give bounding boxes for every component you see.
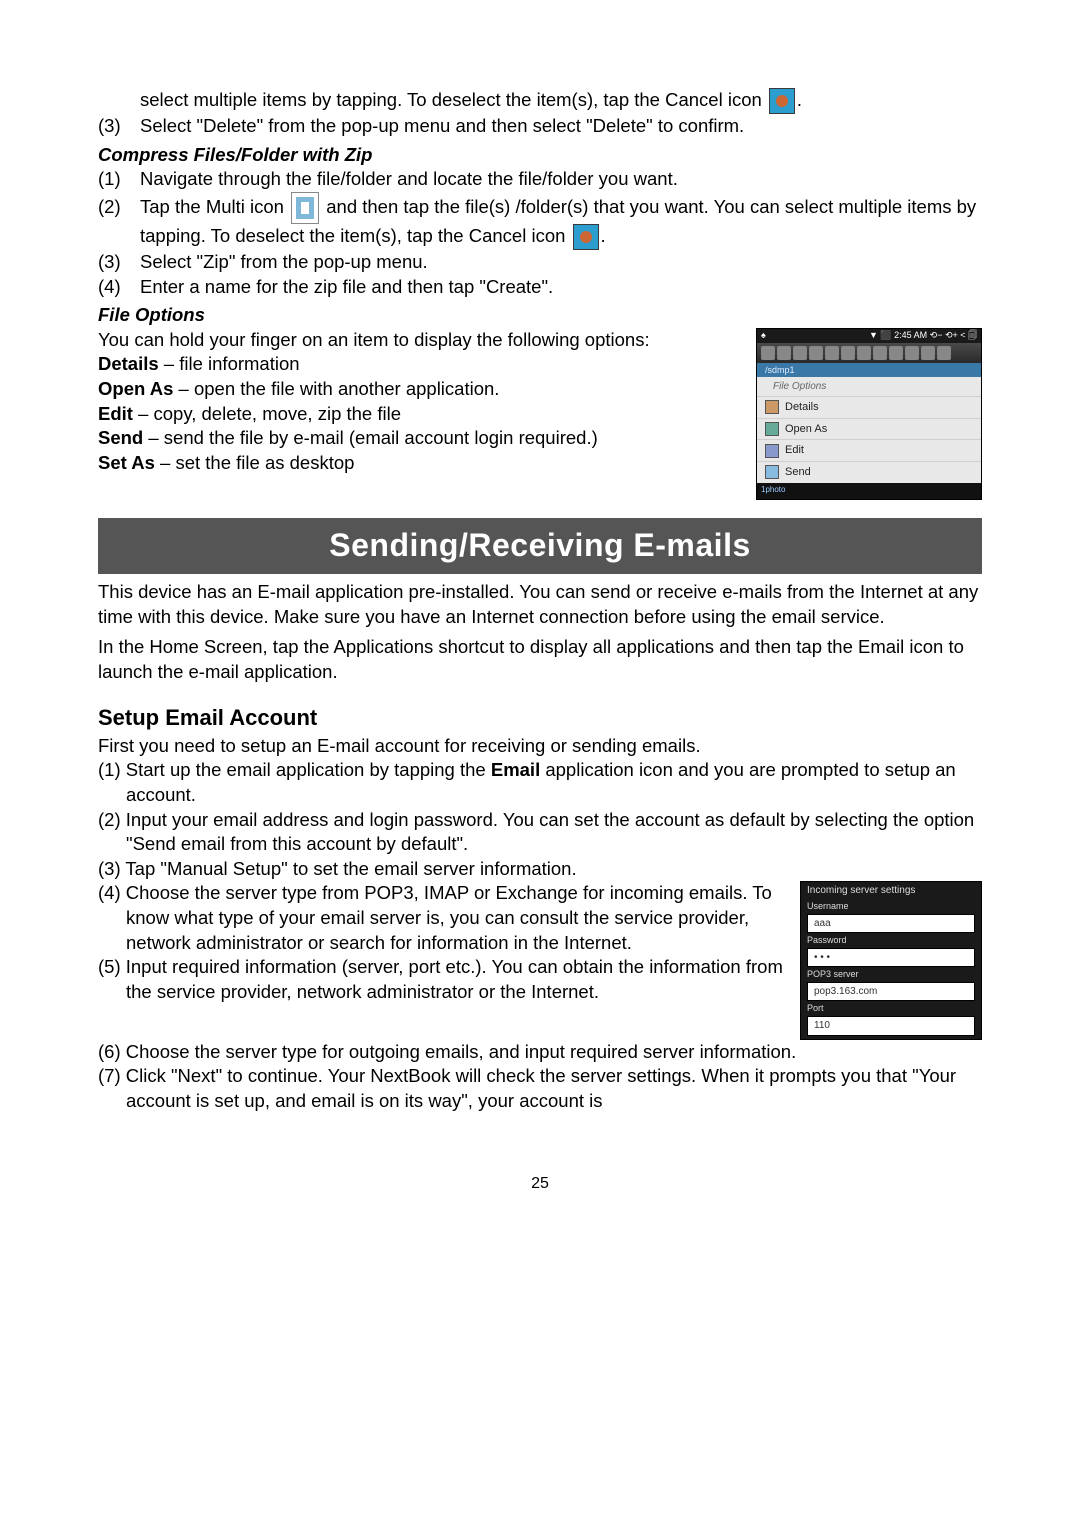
delete-step-3-text: Select "Delete" from the pop-up menu and… (140, 115, 744, 136)
server-fig-title: Incoming server settings (801, 882, 981, 899)
email-intro-2: In the Home Screen, tap the Applications… (98, 635, 982, 684)
setup-step-7: (7) Click "Next" to continue. Your NextB… (98, 1064, 982, 1113)
continued-text-a: select multiple items by tapping. To des… (140, 89, 762, 110)
server-fig-password-field: • • • (807, 948, 975, 967)
fig-footer-left: 1photo (761, 485, 785, 496)
compress-step-3-text: Select "Zip" from the pop-up menu. (140, 251, 428, 272)
details-icon (765, 400, 779, 414)
compress-step-2c: . (601, 225, 606, 246)
server-settings-screenshot: Incoming server settings Username aaa Pa… (800, 881, 982, 1039)
toolbar-icon (937, 346, 951, 360)
server-fig-port-label: Port (801, 1002, 981, 1015)
cancel-icon (573, 224, 599, 250)
details-label: Details (98, 353, 159, 374)
fig-toolbar (757, 343, 981, 363)
compress-heading: Compress Files/Folder with Zip (98, 143, 982, 168)
edit-icon (765, 444, 779, 458)
menu-item-label: Open As (785, 422, 827, 437)
menu-item-label: Edit (785, 443, 804, 458)
file-options-screenshot: ♠ ▼ ⬛ 2:45 AM ⟲− ⟲+ < 🗐 /sdmp1 File Opti… (756, 328, 982, 500)
compress-list: (1)Navigate through the file/folder and … (98, 167, 982, 299)
send-label: Send (98, 427, 143, 448)
server-fig-username-label: Username (801, 900, 981, 913)
email-intro-1: This device has an E-mail application pr… (98, 580, 982, 629)
toolbar-icon (889, 346, 903, 360)
page-number: 25 (98, 1173, 982, 1194)
toolbar-icon (809, 346, 823, 360)
server-fig-password-label: Password (801, 934, 981, 947)
status-bar: ♠ ▼ ⬛ 2:45 AM ⟲− ⟲+ < 🗐 (757, 329, 981, 343)
set-as-label: Set As (98, 452, 155, 473)
status-left: ♠ (761, 330, 766, 342)
open-as-label: Open As (98, 378, 173, 399)
toolbar-icon (793, 346, 807, 360)
list-number: (1) (98, 167, 140, 192)
fig-menu-edit: Edit (757, 439, 981, 461)
setup-list: (1) Start up the email application by ta… (98, 758, 982, 1113)
server-fig-port-field: 110 (807, 1016, 975, 1035)
edit-label: Edit (98, 403, 133, 424)
compress-step-2: (2)Tap the Multi icon and then tap the f… (98, 192, 982, 250)
details-desc: – file information (159, 353, 300, 374)
section-banner-email: Sending/Receiving E-mails (98, 518, 982, 575)
list-number: (3) (98, 114, 140, 139)
list-number: (2) (98, 195, 140, 220)
edit-desc: – copy, delete, move, zip the file (133, 403, 401, 424)
set-as-desc: – set the file as desktop (155, 452, 355, 473)
toolbar-icon (777, 346, 791, 360)
toolbar-icon (905, 346, 919, 360)
fig-menu-details: Details (757, 396, 981, 418)
setup-step-6: (6) Choose the server type for outgoing … (98, 1040, 982, 1065)
compress-step-4-text: Enter a name for the zip file and then t… (140, 276, 553, 297)
menu-item-label: Details (785, 400, 819, 415)
email-word: Email (491, 759, 540, 780)
send-desc: – send the file by e-mail (email account… (143, 427, 598, 448)
server-fig-pop3-field: pop3.163.com (807, 982, 975, 1001)
continued-list: select multiple items by tapping. To des… (98, 88, 982, 139)
compress-step-1: (1)Navigate through the file/folder and … (98, 167, 982, 192)
compress-step-4: (4)Enter a name for the zip file and the… (98, 275, 982, 300)
fig-menu-title: File Options (757, 377, 981, 396)
setup-intro: First you need to setup an E-mail accoun… (98, 734, 982, 759)
menu-item-label: Send (785, 465, 811, 480)
list-number: (3) (98, 250, 140, 275)
fig-path: /sdmp1 (757, 363, 981, 377)
fig-menu-send: Send (757, 461, 981, 483)
setup-step-1: (1) Start up the email application by ta… (98, 758, 982, 807)
fig-context-menu: File Options Details Open As Edit Send (757, 377, 981, 483)
setup-email-heading: Setup Email Account (98, 703, 982, 732)
toolbar-icon (841, 346, 855, 360)
open-as-icon (765, 422, 779, 436)
toolbar-icon (857, 346, 871, 360)
cancel-icon (769, 88, 795, 114)
delete-step-3: (3)Select "Delete" from the pop-up menu … (98, 114, 982, 139)
server-fig-username-field: aaa (807, 914, 975, 933)
setup-step-2: (2) Input your email address and login p… (98, 808, 982, 857)
setup-step-1a: (1) Start up the email application by ta… (98, 759, 491, 780)
setup-step-3: (3) Tap "Manual Setup" to set the email … (98, 857, 982, 882)
toolbar-icon (825, 346, 839, 360)
send-icon (765, 465, 779, 479)
continued-line: select multiple items by tapping. To des… (140, 88, 982, 114)
compress-step-3: (3)Select "Zip" from the pop-up menu. (98, 250, 982, 275)
list-number: (4) (98, 275, 140, 300)
toolbar-icon (761, 346, 775, 360)
status-right: ▼ ⬛ 2:45 AM ⟲− ⟲+ < 🗐 (869, 330, 977, 342)
continued-text-b: . (797, 89, 802, 110)
file-options-heading: File Options (98, 303, 982, 328)
server-fig-pop3-label: POP3 server (801, 968, 981, 981)
open-as-desc: – open the file with another application… (173, 378, 499, 399)
fig-menu-open-as: Open As (757, 418, 981, 440)
toolbar-icon (921, 346, 935, 360)
multi-icon (291, 192, 319, 224)
compress-step-2a: Tap the Multi icon (140, 196, 284, 217)
fig-footer: 1photo (757, 483, 981, 499)
toolbar-icon (873, 346, 887, 360)
compress-step-1-text: Navigate through the file/folder and loc… (140, 168, 678, 189)
